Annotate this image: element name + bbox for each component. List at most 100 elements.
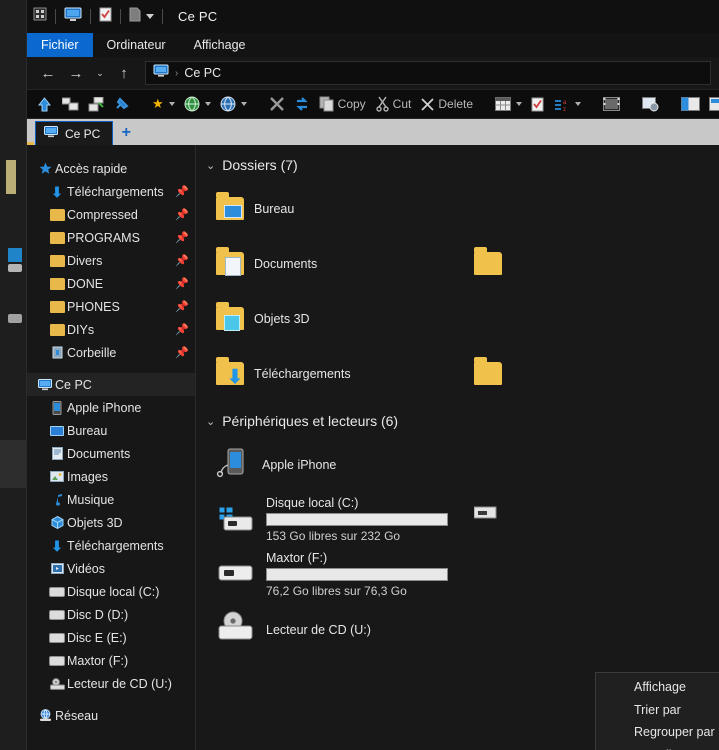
forward-arrow-icon[interactable]: → — [63, 61, 89, 85]
breadcrumb[interactable]: Ce PC — [184, 66, 221, 80]
sidebar-item-documents[interactable]: Documents — [27, 442, 195, 465]
chevron-down-icon[interactable] — [516, 102, 523, 106]
windows-tile-button[interactable] — [59, 92, 82, 116]
menu-ordinateur[interactable]: Ordinateur — [93, 33, 180, 57]
tab-ce-pc[interactable]: Ce PC — [35, 121, 114, 145]
pin-icon[interactable]: 📌 — [175, 208, 189, 221]
sidebar-item-telechargements-2[interactable]: ⬇ Téléchargements — [27, 534, 195, 557]
sidebar-item-reseau[interactable]: Réseau — [27, 704, 195, 727]
sidebar-item-videos[interactable]: Vidéos — [27, 557, 195, 580]
ctx-affichage[interactable]: Affichage › — [596, 676, 719, 699]
navigation-bar: ← → ⌄ ↑ › Ce PC — [27, 57, 719, 89]
pin-icon[interactable]: 📌 — [175, 231, 189, 244]
up-arrow-icon[interactable]: ↑ — [111, 61, 137, 85]
drive-icon — [47, 586, 67, 597]
context-menu[interactable]: Affichage › Trier par › Regrouper par › … — [595, 672, 719, 750]
item-disque-local-c[interactable]: Disque local (C:) 153 Go libres sur 232 … — [210, 492, 468, 547]
computer-icon[interactable] — [64, 7, 82, 27]
pin-icon[interactable]: 📌 — [175, 185, 189, 198]
browser-blue-button[interactable] — [217, 92, 250, 116]
pane-left-button[interactable] — [678, 92, 703, 116]
sidebar-item-disc-e[interactable]: Disc E (E:) — [27, 626, 195, 649]
chevron-down-icon[interactable]: ⌄ — [206, 159, 215, 172]
item-label: Lecteur de CD (U:) — [266, 622, 371, 637]
up-level-button[interactable] — [33, 92, 56, 116]
dropdown-icon[interactable] — [146, 14, 154, 19]
pin-toolbar-button[interactable] — [111, 92, 133, 116]
chevron-down-icon[interactable] — [204, 102, 211, 106]
item-partial-1[interactable] — [468, 236, 588, 291]
sidebar-item-acces-rapide[interactable]: Accès rapide — [27, 157, 195, 180]
navigation-pane[interactable]: Accès rapide ⬇ Téléchargements 📌 Compres… — [27, 145, 196, 750]
download-icon: ⬇ — [51, 183, 63, 200]
pin-icon[interactable]: 📌 — [175, 300, 189, 313]
chevron-down-icon[interactable]: ⌄ — [91, 61, 109, 85]
sidebar-item-apple-iphone[interactable]: Apple iPhone — [27, 396, 195, 419]
sidebar-item-done[interactable]: DONE 📌 — [27, 272, 195, 295]
item-lecteur-cd-u[interactable]: Lecteur de CD (U:) — [210, 602, 468, 657]
item-objets-3d[interactable]: Objets 3D — [210, 291, 468, 346]
sidebar-item-phones[interactable]: PHONES 📌 — [27, 295, 195, 318]
ctx-actualiser[interactable]: Actualiser — [596, 744, 719, 750]
back-arrow-icon[interactable]: ← — [35, 61, 61, 85]
sidebar-item-lecteur-cd-u[interactable]: Lecteur de CD (U:) — [27, 672, 195, 695]
cut-button[interactable]: Cut — [372, 92, 415, 116]
sidebar-item-musique[interactable]: Musique — [27, 488, 195, 511]
sidebar-item-compressed[interactable]: Compressed 📌 — [27, 203, 195, 226]
new-tab-button[interactable]: + — [113, 121, 139, 145]
sidebar-item-ce-pc[interactable]: Ce PC — [27, 373, 195, 396]
browser-green-button[interactable] — [181, 92, 214, 116]
item-bureau[interactable]: Bureau — [210, 181, 468, 236]
scissors-x-button[interactable] — [266, 92, 288, 116]
chevron-down-icon[interactable] — [168, 102, 175, 106]
copy-button[interactable]: Copy — [316, 92, 369, 116]
sidebar-item-divers[interactable]: Divers 📌 — [27, 249, 195, 272]
sidebar-item-bureau[interactable]: Bureau — [27, 419, 195, 442]
film-button[interactable] — [600, 92, 623, 116]
app-grid-icon[interactable] — [33, 7, 47, 26]
pin-icon[interactable]: 📌 — [175, 277, 189, 290]
pin-icon[interactable]: 📌 — [175, 254, 189, 267]
checklist-button[interactable] — [528, 92, 547, 116]
sidebar-item-telechargements[interactable]: ⬇ Téléchargements 📌 — [27, 180, 195, 203]
chevron-down-icon[interactable]: ⌄ — [206, 415, 215, 428]
sidebar-item-disc-d[interactable]: Disc D (D:) — [27, 603, 195, 626]
address-bar[interactable]: › Ce PC — [145, 61, 711, 85]
sort-az-button[interactable]: a z — [550, 92, 584, 116]
document-icon[interactable] — [129, 7, 141, 27]
star-icon: ★ — [152, 96, 164, 111]
ctx-trier-par[interactable]: Trier par › — [596, 699, 719, 722]
group-header-dossiers[interactable]: ⌄ Dossiers (7) — [196, 145, 719, 181]
devices-grid: Apple iPhone Disque local (C:) 153 Go li… — [196, 437, 719, 657]
sidebar-item-images[interactable]: Images — [27, 465, 195, 488]
item-apple-iphone[interactable]: Apple iPhone — [210, 437, 468, 492]
chevron-down-icon[interactable] — [575, 102, 582, 106]
sidebar-item-programs[interactable]: PROGRAMS 📌 — [27, 226, 195, 249]
item-maxtor-f[interactable]: Maxtor (F:) 76,2 Go libres sur 76,3 Go — [210, 547, 468, 602]
group-header-peripheriques[interactable]: ⌄ Périphériques et lecteurs (6) — [196, 401, 719, 437]
windows-cascade-button[interactable] — [85, 92, 108, 116]
sidebar-item-maxtor-f[interactable]: Maxtor (F:) — [27, 649, 195, 672]
favorites-button[interactable]: ★ — [149, 92, 178, 116]
item-documents[interactable]: Documents — [210, 236, 468, 291]
sidebar-item-disque-local-c[interactable]: Disque local (C:) — [27, 580, 195, 603]
item-telechargements[interactable]: ⬇ Téléchargements — [210, 346, 468, 401]
refresh-button[interactable] — [291, 92, 313, 116]
image-settings-button[interactable] — [639, 92, 662, 116]
pin-icon[interactable]: 📌 — [175, 346, 189, 359]
delete-button[interactable]: Delete — [417, 92, 476, 116]
sidebar-item-diys[interactable]: DIYs 📌 — [27, 318, 195, 341]
chevron-down-icon[interactable] — [240, 102, 247, 106]
sidebar-item-corbeille[interactable]: Corbeille 📌 — [27, 341, 195, 364]
pane-preview-button[interactable] — [706, 92, 719, 116]
pin-icon[interactable]: 📌 — [175, 323, 189, 336]
ctx-regrouper-par[interactable]: Regrouper par › — [596, 721, 719, 744]
content-pane[interactable]: ⌄ Dossiers (7) Bureau Documents Objets 3… — [196, 145, 719, 750]
checklist-icon[interactable] — [99, 7, 112, 27]
sidebar-item-objets-3d[interactable]: Objets 3D — [27, 511, 195, 534]
menu-fichier[interactable]: Fichier — [27, 33, 93, 57]
item-partial-network-drive[interactable] — [468, 492, 588, 547]
item-partial-2[interactable] — [468, 346, 588, 401]
menu-affichage[interactable]: Affichage — [180, 33, 260, 57]
grid-view-button[interactable] — [492, 92, 525, 116]
